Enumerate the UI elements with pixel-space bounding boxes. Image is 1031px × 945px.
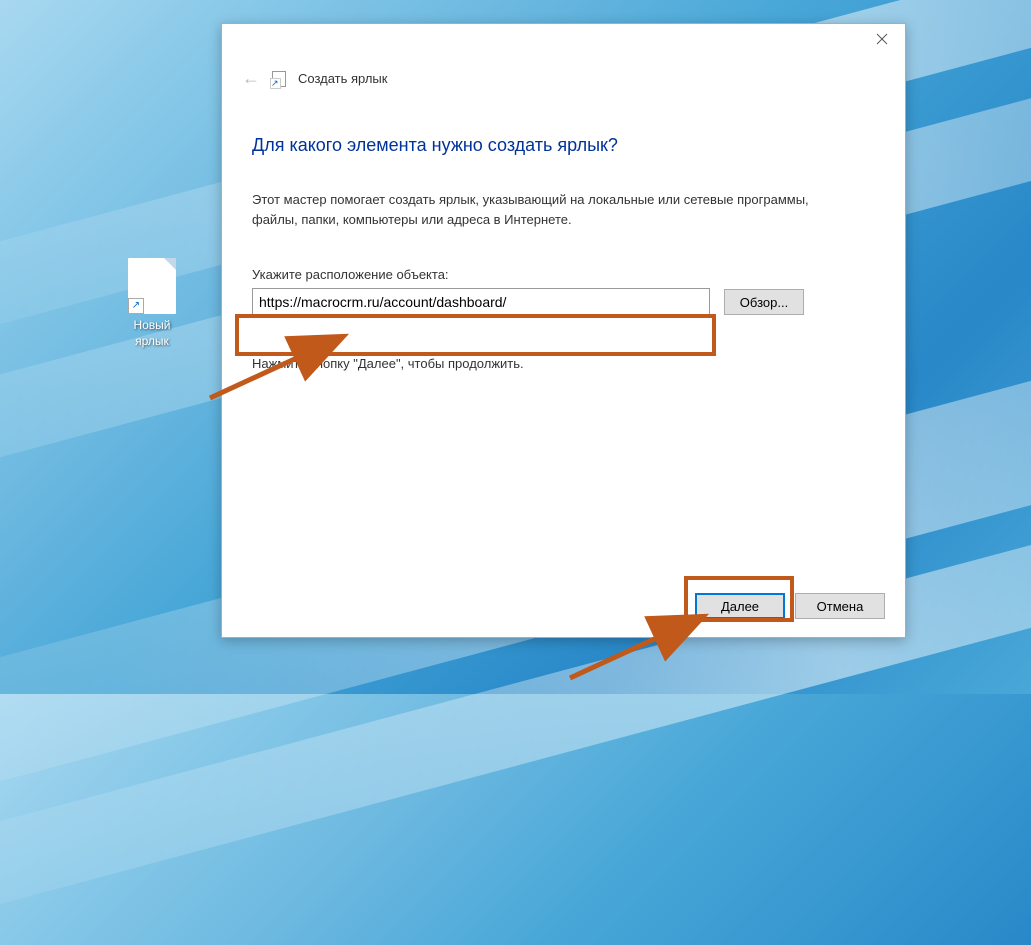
wizard-header: ← Создать ярлык [222,62,905,95]
next-button[interactable]: Далее [695,593,785,619]
page-heading: Для какого элемента нужно создать ярлык? [252,135,875,156]
wizard-title: Создать ярлык [298,71,387,86]
location-input[interactable] [252,288,710,316]
file-icon: ↗ [128,258,176,314]
description-text: Этот мастер помогает создать ярлык, указ… [252,190,812,229]
cancel-button[interactable]: Отмена [795,593,885,619]
close-icon [876,33,888,45]
shortcut-arrow-icon: ↗ [128,298,144,314]
desktop-icon-label: Новый ярлык [120,318,184,349]
create-shortcut-dialog: ← Создать ярлык Для какого элемента нужн… [221,23,906,638]
continue-hint: Нажмите кнопку "Далее", чтобы продолжить… [252,356,875,371]
shortcut-mini-icon [272,71,286,87]
desktop-shortcut-icon[interactable]: ↗ Новый ярлык [120,258,184,349]
titlebar [222,24,905,62]
close-button[interactable] [859,24,905,54]
location-label: Укажите расположение объекта: [252,267,875,282]
back-arrow-icon: ← [242,68,260,89]
browse-button[interactable]: Обзор... [724,289,804,315]
